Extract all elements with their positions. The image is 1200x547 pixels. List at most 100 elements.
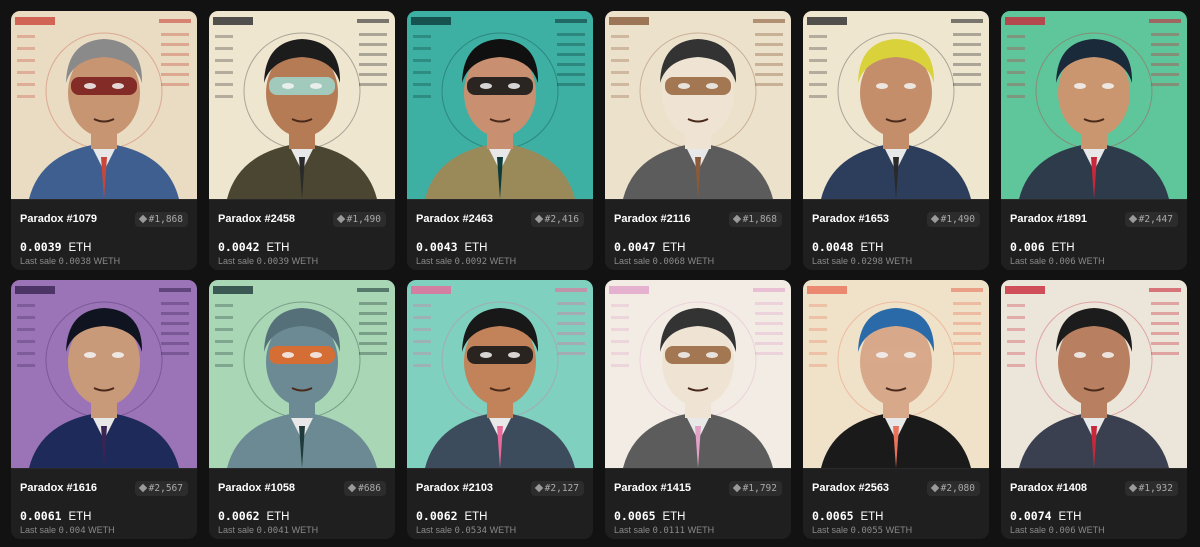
price-unit: ETH bbox=[662, 511, 686, 523]
nft-card[interactable]: Paradox #2116 #1,868 0.0047 ETH Last sale 0… bbox=[605, 11, 791, 270]
nft-image[interactable] bbox=[407, 11, 593, 200]
last-sale-label: Last sale bbox=[20, 256, 57, 266]
nft-grid: Paradox #1079 #1,868 0.0039 ETH Last sale 0… bbox=[11, 11, 1187, 539]
nft-image[interactable] bbox=[11, 280, 197, 469]
price-unit: ETH bbox=[464, 511, 488, 523]
last-sale: Last sale 0.0041 WETH bbox=[218, 525, 386, 536]
last-sale-label: Last sale bbox=[1010, 256, 1047, 266]
nft-name[interactable]: Paradox #1891 bbox=[1010, 213, 1087, 225]
nft-card[interactable]: Paradox #1415 #1,792 0.0065 ETH Last sale 0… bbox=[605, 280, 791, 539]
stone-block-robot-portrait-icon bbox=[209, 280, 395, 468]
sunglasses-man-portrait-icon bbox=[407, 280, 593, 468]
last-sale-value: 0.006 bbox=[1048, 257, 1076, 267]
last-sale-label: Last sale bbox=[812, 525, 849, 535]
last-sale-unit: WETH bbox=[291, 256, 319, 266]
rarity-diamond-icon bbox=[534, 214, 543, 224]
punk-girl-portrait-icon bbox=[11, 280, 197, 468]
last-sale-value: 0.0092 bbox=[454, 257, 488, 267]
last-sale-value: 0.006 bbox=[1048, 526, 1076, 536]
nft-image[interactable] bbox=[11, 11, 197, 200]
nft-price: 0.006 ETH bbox=[1010, 240, 1178, 254]
rarity-rank-value: #1,932 bbox=[1138, 482, 1173, 494]
nft-name[interactable]: Paradox #2103 bbox=[416, 482, 493, 494]
nft-price: 0.0062 ETH bbox=[416, 509, 584, 523]
rarity-diamond-icon bbox=[138, 214, 147, 224]
nft-name[interactable]: Paradox #1415 bbox=[614, 482, 691, 494]
price-value: 0.006 bbox=[1010, 240, 1045, 254]
nft-card[interactable]: Paradox #1408 #1,932 0.0074 ETH Last sale 0… bbox=[1001, 280, 1187, 539]
nft-name[interactable]: Paradox #2116 bbox=[614, 213, 690, 225]
nft-name[interactable]: Paradox #1408 bbox=[1010, 482, 1087, 494]
nft-name[interactable]: Paradox #2458 bbox=[218, 213, 295, 225]
nft-image[interactable] bbox=[1001, 280, 1187, 469]
price-unit: ETH bbox=[68, 511, 92, 523]
nft-card[interactable]: Paradox #2563 #2,080 0.0065 ETH Last sale 0… bbox=[803, 280, 989, 539]
nft-card[interactable]: Paradox #2103 #2,127 0.0062 ETH Last sale 0… bbox=[407, 280, 593, 539]
last-sale-value: 0.0039 bbox=[256, 257, 290, 267]
last-sale-label: Last sale bbox=[812, 256, 849, 266]
price-unit: ETH bbox=[1058, 511, 1082, 523]
nft-name[interactable]: Paradox #2463 bbox=[416, 213, 493, 225]
price-value: 0.0065 bbox=[812, 509, 854, 523]
price-value: 0.0047 bbox=[614, 240, 656, 254]
last-sale-label: Last sale bbox=[218, 525, 255, 535]
rarity-rank-value: #1,868 bbox=[148, 213, 183, 225]
last-sale: Last sale 0.004 WETH bbox=[20, 525, 188, 536]
rarity-rank-value: #1,868 bbox=[742, 213, 777, 225]
nft-image[interactable] bbox=[803, 280, 989, 469]
rarity-rank-badge: #1,490 bbox=[926, 211, 980, 227]
nft-info: Paradox #1415 #1,792 0.0065 ETH Last sale 0… bbox=[605, 480, 791, 536]
nft-card[interactable]: Paradox #2463 #2,416 0.0043 ETH Last sale 0… bbox=[407, 11, 593, 270]
heavyset-man-portrait-icon bbox=[1001, 280, 1187, 468]
nft-name[interactable]: Paradox #2563 bbox=[812, 482, 889, 494]
nft-card[interactable]: Paradox #2458 #1,490 0.0042 ETH Last sale 0… bbox=[209, 11, 395, 270]
price-value: 0.0048 bbox=[812, 240, 854, 254]
rarity-diamond-icon bbox=[1128, 483, 1137, 493]
price-unit: ETH bbox=[662, 242, 686, 254]
nft-card[interactable]: Paradox #1616 #2,567 0.0061 ETH Last sale 0… bbox=[11, 280, 197, 539]
nft-card[interactable]: Paradox #1653 #1,490 0.0048 ETH Last sale 0… bbox=[803, 11, 989, 270]
nft-name[interactable]: Paradox #1079 bbox=[20, 213, 97, 225]
nft-title-row: Paradox #1616 #2,567 bbox=[20, 480, 188, 496]
last-sale-unit: WETH bbox=[687, 256, 715, 266]
nft-card[interactable]: Paradox #1058 #686 0.0062 ETH Last sale 0.0… bbox=[209, 280, 395, 539]
nft-info: Paradox #2103 #2,127 0.0062 ETH Last sale 0… bbox=[407, 480, 593, 536]
squirrel-mask-portrait-icon bbox=[605, 11, 791, 199]
rarity-rank-badge: #2,080 bbox=[926, 480, 980, 496]
nft-title-row: Paradox #1891 #2,447 bbox=[1010, 211, 1178, 227]
last-sale-unit: WETH bbox=[687, 525, 715, 535]
nft-image[interactable] bbox=[407, 280, 593, 469]
blond-man-portrait-icon bbox=[803, 11, 989, 199]
nft-image[interactable] bbox=[1001, 11, 1187, 200]
price-value: 0.0062 bbox=[218, 509, 260, 523]
nft-card[interactable]: Paradox #1079 #1,868 0.0039 ETH Last sale 0… bbox=[11, 11, 197, 270]
blue-hair-woman-portrait-icon bbox=[803, 280, 989, 468]
last-sale-label: Last sale bbox=[218, 256, 255, 266]
rarity-rank-value: #1,792 bbox=[742, 482, 777, 494]
nft-image[interactable] bbox=[803, 11, 989, 200]
rarity-rank-value: #2,080 bbox=[940, 482, 975, 494]
price-value: 0.0043 bbox=[416, 240, 458, 254]
price-unit: ETH bbox=[464, 242, 488, 254]
nft-name[interactable]: Paradox #1653 bbox=[812, 213, 889, 225]
last-sale-label: Last sale bbox=[614, 525, 651, 535]
nft-image[interactable] bbox=[605, 280, 791, 469]
last-sale-label: Last sale bbox=[416, 525, 453, 535]
last-sale-value: 0.0068 bbox=[652, 257, 686, 267]
nft-image[interactable] bbox=[209, 11, 395, 200]
nft-info: Paradox #2463 #2,416 0.0043 ETH Last sale 0… bbox=[407, 211, 593, 267]
nft-title-row: Paradox #2116 #1,868 bbox=[614, 211, 782, 227]
nft-card[interactable]: Paradox #1891 #2,447 0.006 ETH Last sale 0.… bbox=[1001, 11, 1187, 270]
price-unit: ETH bbox=[860, 242, 884, 254]
rarity-rank-value: #686 bbox=[358, 482, 381, 494]
nft-name[interactable]: Paradox #1616 bbox=[20, 482, 97, 494]
last-sale-value: 0.004 bbox=[58, 526, 86, 536]
last-sale-label: Last sale bbox=[614, 256, 651, 266]
nft-name[interactable]: Paradox #1058 bbox=[218, 482, 295, 494]
last-sale-value: 0.0041 bbox=[256, 526, 290, 536]
last-sale: Last sale 0.0055 WETH bbox=[812, 525, 980, 536]
nft-image[interactable] bbox=[209, 280, 395, 469]
nft-image[interactable] bbox=[605, 11, 791, 200]
rarity-rank-badge: #1,868 bbox=[134, 211, 188, 227]
rarity-rank-badge: #2,447 bbox=[1124, 211, 1178, 227]
